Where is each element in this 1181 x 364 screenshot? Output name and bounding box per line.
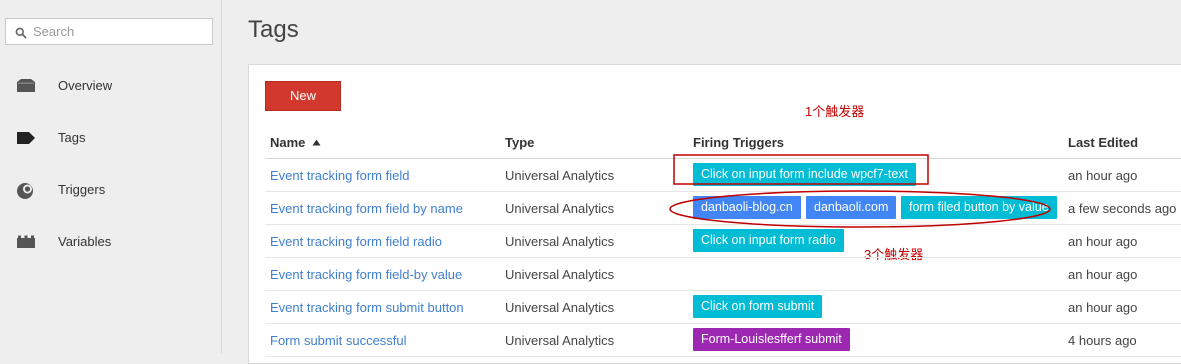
tag-name-link[interactable]: Event tracking form field radio <box>270 234 442 249</box>
sidebar-item-label: Overview <box>58 78 113 93</box>
folder-icon <box>16 78 36 94</box>
last-edited: an hour ago <box>1068 267 1138 282</box>
sidebar-item-label: Variables <box>58 234 112 249</box>
sidebar-item-triggers[interactable]: Triggers <box>0 170 222 210</box>
tag-name-link[interactable]: Event tracking form field <box>270 168 409 183</box>
last-edited: an hour ago <box>1068 300 1138 315</box>
tag-type: Universal Analytics <box>505 201 615 216</box>
last-edited: an hour ago <box>1068 168 1138 183</box>
table-row: Event tracking form field-by value Univer… <box>265 258 1181 291</box>
search-box[interactable] <box>5 18 213 45</box>
table-row: Form submit successful Universal Analytic… <box>265 324 1181 357</box>
search-icon <box>15 26 27 39</box>
trigger-chip[interactable]: Click on form submit <box>693 295 823 318</box>
last-edited: an hour ago <box>1068 234 1138 249</box>
column-header-name[interactable]: Name <box>270 135 321 150</box>
tags-card: New 1个触发器 3个触发器 Name Type Firing Trigger… <box>248 64 1181 364</box>
variables-icon <box>16 234 36 250</box>
sort-ascending-icon <box>312 139 321 146</box>
column-header-type[interactable]: Type <box>505 135 534 150</box>
tag-name-link[interactable]: Event tracking form field by name <box>270 201 463 216</box>
last-edited: 4 hours ago <box>1068 333 1137 348</box>
last-edited: a few seconds ago <box>1068 201 1177 216</box>
tag-icon <box>16 130 36 146</box>
sidebar: Overview Tags Triggers Variables <box>0 0 222 353</box>
sidebar-item-label: Tags <box>58 130 86 145</box>
table-row: Event tracking form submit button Univers… <box>265 291 1181 324</box>
tag-type: Universal Analytics <box>505 300 615 315</box>
tag-name-link[interactable]: Event tracking form submit button <box>270 300 464 315</box>
tag-type: Universal Analytics <box>505 234 615 249</box>
annotation-one-trigger: 1个触发器 <box>805 104 865 119</box>
tag-type: Universal Analytics <box>505 168 615 183</box>
tag-name-link[interactable]: Event tracking form field-by value <box>270 267 462 282</box>
tag-type: Universal Analytics <box>505 333 615 348</box>
annotation-rectangle <box>673 154 929 185</box>
column-header-firing-triggers[interactable]: Firing Triggers <box>693 135 784 150</box>
tag-name-link[interactable]: Form submit successful <box>270 333 407 348</box>
column-header-label: Name <box>270 135 306 150</box>
sidebar-item-overview[interactable]: Overview <box>0 66 222 106</box>
search-input[interactable] <box>33 23 203 40</box>
tag-type: Universal Analytics <box>505 267 615 282</box>
page-title: Tags <box>248 16 299 43</box>
sidebar-item-tags[interactable]: Tags <box>0 118 222 158</box>
annotation-ellipse <box>669 190 1051 228</box>
column-header-last-edited[interactable]: Last Edited <box>1068 135 1138 150</box>
new-tag-button[interactable]: New <box>265 81 341 111</box>
trigger-icon <box>16 182 36 199</box>
sidebar-item-label: Triggers <box>58 182 106 197</box>
sidebar-item-variables[interactable]: Variables <box>0 222 222 262</box>
trigger-chip[interactable]: Form-Louislesfferf submit <box>693 328 850 351</box>
